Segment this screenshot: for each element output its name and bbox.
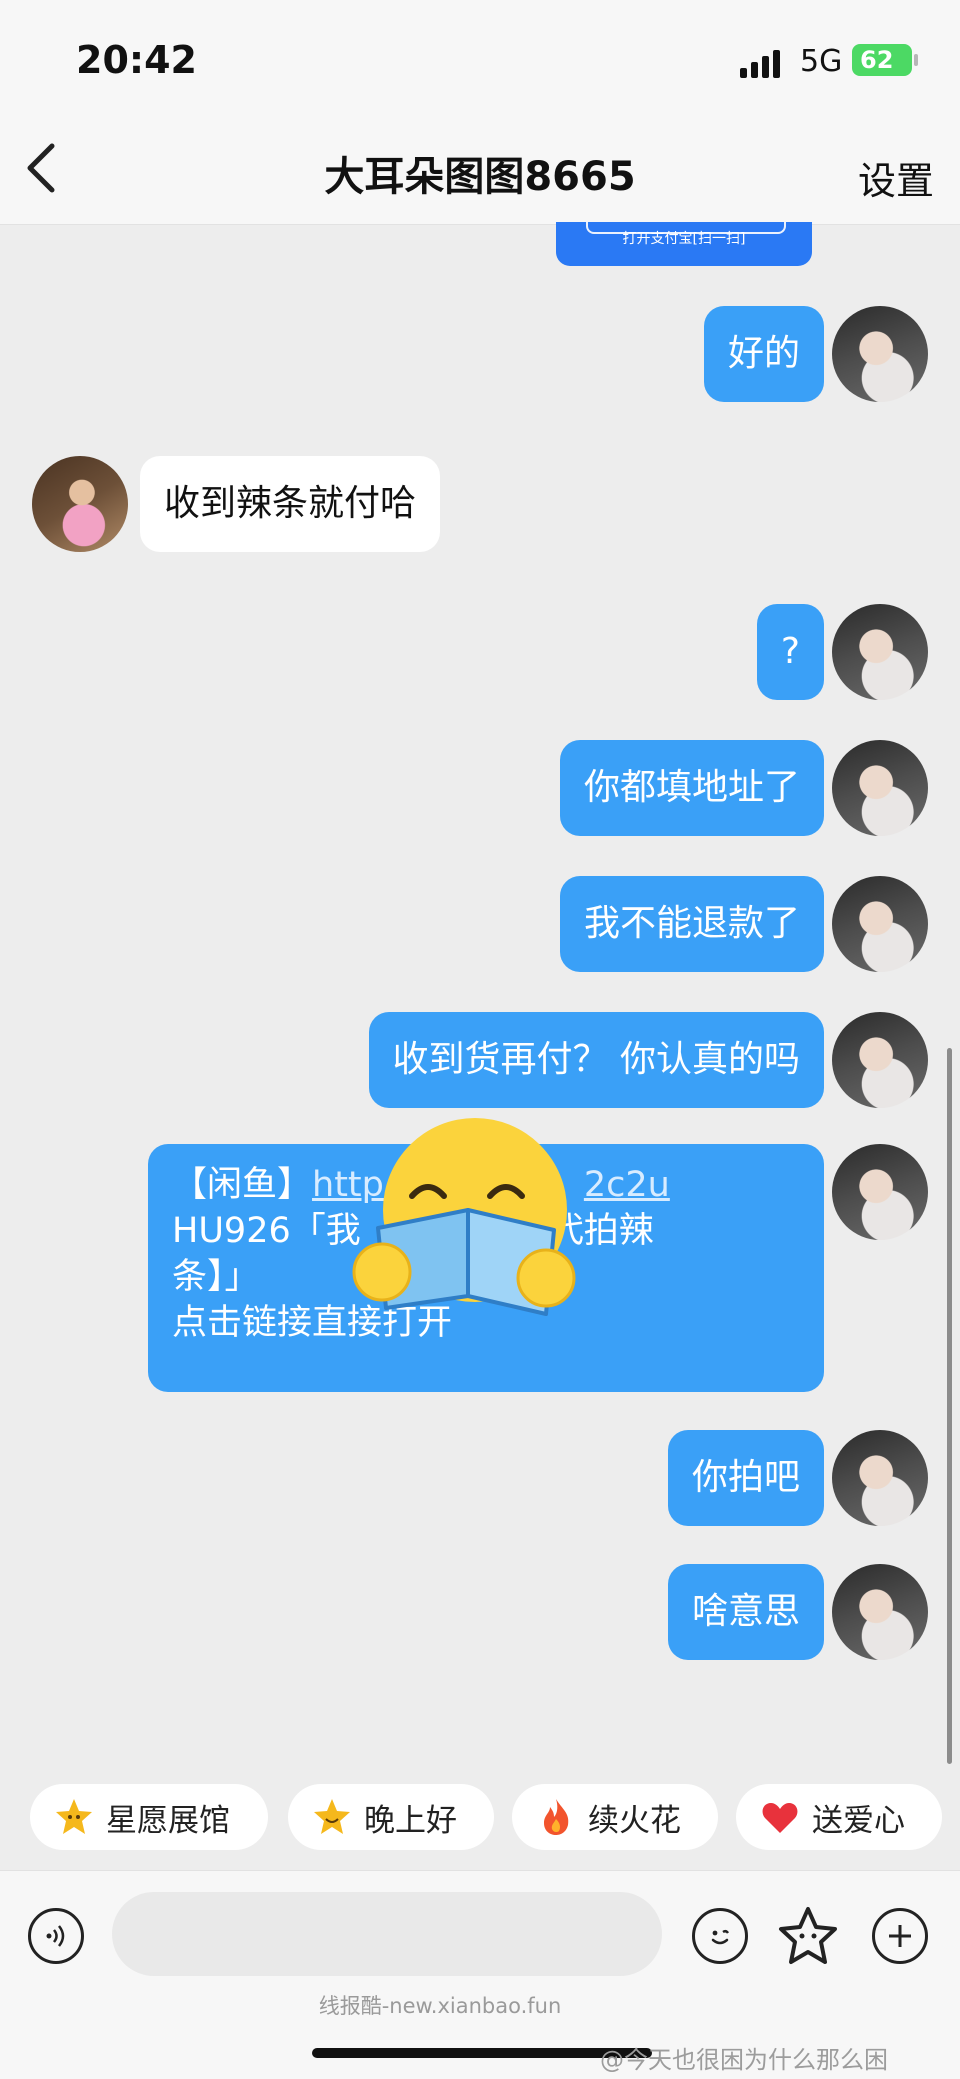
reading-emoji-sticker xyxy=(352,1118,576,1316)
quick-reply-continue-spark[interactable]: 续火花 xyxy=(512,1784,718,1850)
my-avatar[interactable] xyxy=(832,604,928,700)
emoji-button[interactable] xyxy=(692,1908,748,1964)
message-text: 你拍吧 xyxy=(691,1457,800,1498)
quick-reply-send-heart[interactable]: 送爱心 xyxy=(736,1784,942,1850)
message-bubble-outgoing[interactable]: ? xyxy=(756,604,824,700)
quick-reply-label: 续火花 xyxy=(588,1802,681,1839)
message-bubble-incoming[interactable]: 收到辣条就付哈 xyxy=(140,456,441,552)
message-text: 啥意思 xyxy=(691,1591,800,1632)
more-actions-button[interactable] xyxy=(872,1908,928,1964)
my-avatar[interactable] xyxy=(832,1430,928,1526)
my-avatar[interactable] xyxy=(832,306,928,402)
fire-icon xyxy=(536,1797,576,1837)
share-link-tail[interactable]: 2c2u xyxy=(584,1165,670,1205)
voice-input-button[interactable] xyxy=(28,1908,84,1964)
battery-indicator: 62 xyxy=(852,44,918,76)
my-avatar[interactable] xyxy=(832,740,928,836)
my-avatar[interactable] xyxy=(832,876,928,972)
quick-reply-label: 星愿展馆 xyxy=(106,1802,230,1839)
quick-reply-good-evening[interactable]: 晚上好 xyxy=(288,1784,494,1850)
message-bubble-outgoing[interactable]: 你都填地址了 xyxy=(559,740,824,836)
message-bubble-outgoing[interactable]: 啥意思 xyxy=(667,1564,824,1660)
message-text: 你都填地址了 xyxy=(583,767,800,808)
contact-avatar[interactable] xyxy=(32,456,128,552)
previous-message-text: 打开支付宝[扫一扫] xyxy=(622,231,746,247)
message-bubble-outgoing[interactable]: 我不能退款了 xyxy=(559,876,824,972)
chat-title: 大耳朵图图8665 xyxy=(324,154,636,200)
message-text: 好的 xyxy=(727,333,800,374)
status-time: 20:42 xyxy=(76,38,197,82)
network-type: 5G xyxy=(800,44,843,79)
smile-icon xyxy=(711,1930,729,1945)
previous-message-card[interactable]: 打开支付宝[扫一扫] xyxy=(556,222,812,266)
quick-reply-label: 晚上好 xyxy=(364,1802,457,1839)
message-text: ? xyxy=(780,631,800,672)
message-bubble-outgoing[interactable]: 你拍吧 xyxy=(667,1430,824,1526)
star-smile-icon xyxy=(312,1797,352,1837)
message-text: 收到货再付？ 你认真的吗 xyxy=(392,1039,800,1080)
message-input[interactable] xyxy=(112,1892,662,1976)
star-face-icon xyxy=(54,1797,94,1837)
my-avatar[interactable] xyxy=(832,1144,928,1240)
message-text: 我不能退款了 xyxy=(583,903,800,944)
message-bubble-outgoing[interactable]: 收到货再付？ 你认真的吗 xyxy=(368,1012,824,1108)
message-bubble-outgoing[interactable]: 好的 xyxy=(703,306,824,402)
message-text: HU926「我 xyxy=(172,1211,361,1251)
heart-icon xyxy=(760,1797,800,1837)
site-watermark: 线报酷-new.xianbao.fun xyxy=(318,1994,562,2018)
signal-icon xyxy=(740,50,780,78)
my-avatar[interactable] xyxy=(832,1564,928,1660)
plus-icon xyxy=(889,1925,911,1947)
quick-reply-star-gallery[interactable]: 星愿展馆 xyxy=(30,1784,268,1850)
sticker-star-icon[interactable] xyxy=(776,1904,840,1968)
chat-scrollbar[interactable] xyxy=(947,1048,952,1764)
message-text: 收到辣条就付哈 xyxy=(164,483,417,524)
weibo-watermark: @今天也很困为什么那么困 xyxy=(600,2046,888,2074)
settings-button[interactable]: 设置 xyxy=(858,150,934,205)
battery-level: 62 xyxy=(860,46,894,74)
voice-icon xyxy=(46,1925,65,1947)
my-avatar[interactable] xyxy=(832,1012,928,1108)
quick-reply-label: 送爱心 xyxy=(812,1802,905,1839)
link-source-label: 【闲鱼】 xyxy=(172,1165,313,1205)
